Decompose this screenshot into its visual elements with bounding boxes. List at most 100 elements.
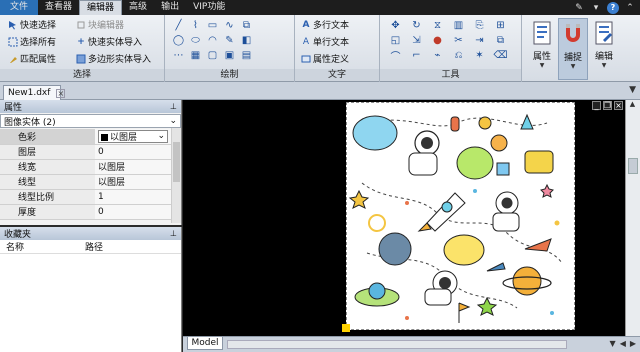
tab-bar-controls: ▼ ◀ ▶ bbox=[610, 339, 636, 348]
property-value[interactable]: 以图层 bbox=[95, 174, 172, 190]
align-tool-icon[interactable]: ▥ bbox=[448, 18, 469, 33]
attdef-button[interactable]: 属性定义 bbox=[301, 52, 349, 65]
mtext-button[interactable]: A 多行文本 bbox=[301, 18, 350, 32]
erase-tool-icon[interactable]: ⌫ bbox=[490, 48, 511, 63]
snap-big-button[interactable]: 捕捉 ▼ bbox=[558, 18, 588, 80]
scroll-thumb[interactable] bbox=[173, 142, 180, 182]
menu-advanced[interactable]: 高级 bbox=[122, 0, 154, 15]
restore-icon[interactable]: ❐ bbox=[603, 101, 612, 110]
ellipse-tool-icon[interactable]: ⬭ bbox=[187, 33, 204, 48]
scroll-up-icon[interactable]: ▲ bbox=[626, 100, 639, 111]
select-all-label: 选择所有 bbox=[20, 38, 57, 48]
rotate-tool-icon[interactable]: ↻ bbox=[406, 18, 427, 33]
properties-scrollbar[interactable] bbox=[171, 128, 181, 223]
favorites-panel: 收藏夹 ⊥ 名称 路径 bbox=[0, 227, 182, 352]
scroll-right-icon[interactable]: ▶ bbox=[630, 339, 636, 348]
polygon-entity-import-button[interactable]: 多边形实体导入 bbox=[76, 52, 151, 65]
property-row[interactable]: 色彩 以图层 ⌄ bbox=[0, 129, 172, 145]
property-row[interactable]: 线宽 以图层 bbox=[0, 159, 172, 175]
menu-vip[interactable]: VIP功能 bbox=[186, 0, 232, 15]
image-entity-paper[interactable] bbox=[346, 102, 575, 330]
extend-tool-icon[interactable]: ⇥ bbox=[469, 33, 490, 48]
pencil-tool-icon[interactable]: ✎ bbox=[221, 33, 238, 48]
property-row[interactable]: 厚度 0 bbox=[0, 204, 172, 220]
column-name[interactable]: 名称 bbox=[0, 240, 85, 253]
shape-tool-icon[interactable]: ◧ bbox=[238, 33, 255, 48]
move-tool-icon[interactable]: ✥ bbox=[385, 18, 406, 33]
offset-tool-icon[interactable]: ⧉ bbox=[490, 33, 511, 48]
close-icon[interactable]: × bbox=[56, 88, 66, 98]
point-tool-icon[interactable]: ⋯ bbox=[170, 48, 187, 63]
entity-select[interactable]: 图像实体 (2) ⌄ bbox=[0, 114, 181, 128]
draw-group: ╱ ⌇ ▭ ∿ ⧉ ◯ ⬭ ◠ ✎ ◧ ⋯ ▦ ▢ ▣ ▤ 绘制 bbox=[165, 15, 295, 82]
property-value[interactable]: 以图层 ⌄ bbox=[95, 129, 172, 145]
line-tool-icon[interactable]: ╱ bbox=[170, 18, 187, 33]
snap-label: 捕捉 bbox=[563, 53, 582, 63]
polyline-tool-icon[interactable]: ⌇ bbox=[187, 18, 204, 33]
quick-select-button[interactable]: 快速选择 bbox=[8, 18, 56, 31]
mtext-icon: A bbox=[302, 19, 310, 30]
pin-icon[interactable]: ⊥ bbox=[170, 102, 177, 111]
property-value[interactable]: 0 bbox=[95, 144, 172, 160]
pin-icon[interactable]: ⊥ bbox=[170, 229, 177, 238]
quick-entity-import-button[interactable]: + 快速实体导入 bbox=[76, 35, 143, 49]
canvas-vertical-scrollbar[interactable]: ▲ bbox=[625, 100, 640, 336]
array-tool-icon[interactable]: ⊞ bbox=[490, 18, 511, 33]
rectangle-tool-icon[interactable]: ▭ bbox=[204, 18, 221, 33]
block-insert-icon[interactable]: ⧉ bbox=[238, 18, 255, 33]
menu-file[interactable]: 文件 bbox=[0, 0, 39, 15]
image-tool-icon[interactable]: ▣ bbox=[221, 48, 238, 63]
minimize-icon[interactable]: _ bbox=[592, 101, 601, 110]
collapse-icon[interactable]: ⌃ bbox=[624, 2, 636, 14]
chamfer-tool-icon[interactable]: ⌐ bbox=[406, 48, 427, 63]
color-dropdown[interactable]: 以图层 ⌄ bbox=[98, 129, 168, 143]
property-value[interactable]: 0 bbox=[95, 204, 172, 220]
arc-tool-icon[interactable]: ◠ bbox=[204, 33, 221, 48]
circle-tool-icon[interactable]: ◯ bbox=[170, 33, 187, 48]
region-tool-icon[interactable]: ▢ bbox=[204, 48, 221, 63]
scroll-thumb[interactable] bbox=[628, 158, 638, 174]
stext-button[interactable]: A 单行文本 bbox=[301, 35, 349, 49]
match-props-button[interactable]: 匹配属性 bbox=[8, 52, 56, 65]
color-tool-icon[interactable]: ● bbox=[427, 33, 448, 48]
block-editor-button[interactable]: 块编辑器 bbox=[76, 18, 124, 31]
drawing-canvas[interactable]: _ ❐ × bbox=[183, 100, 625, 336]
menu-editor[interactable]: 编辑器 bbox=[79, 0, 123, 15]
chevron-down-icon[interactable]: ▼ bbox=[629, 85, 636, 95]
properties-big-button[interactable]: 属性 ▼ bbox=[527, 18, 557, 80]
copy-tool-icon[interactable]: ⎘ bbox=[469, 18, 490, 33]
quick-entity-import-label: 快速实体导入 bbox=[88, 38, 143, 48]
brush-icon[interactable]: ✎ bbox=[573, 2, 585, 14]
select-all-button[interactable]: 选择所有 bbox=[8, 35, 56, 48]
document-tab[interactable]: New1.dxf × bbox=[3, 85, 66, 100]
trim-tool-icon[interactable]: ✂ bbox=[448, 33, 469, 48]
tools-group: ✥ ↻ ⧖ ▥ ⎘ ⊞ ◱ ⇲ ● ✂ ⇥ ⧉ ⌒ ⌐ ⌁ ⎌ ✶ ⌫ 工具 bbox=[380, 15, 522, 82]
column-path[interactable]: 路径 bbox=[85, 240, 103, 253]
spline-tool-icon[interactable]: ∿ bbox=[221, 18, 238, 33]
hatch-tool-icon[interactable]: ▦ bbox=[187, 48, 204, 63]
edit-big-button[interactable]: 编辑 ▼ bbox=[589, 18, 619, 80]
mirror-tool-icon[interactable]: ⧖ bbox=[427, 18, 448, 33]
close-icon[interactable]: × bbox=[614, 101, 623, 110]
scroll-left-icon[interactable]: ◀ bbox=[620, 339, 626, 348]
property-row[interactable]: 线型比例 1 bbox=[0, 189, 172, 205]
chevron-down-icon[interactable]: ▼ bbox=[610, 339, 616, 348]
block-editor-label: 块编辑器 bbox=[88, 21, 125, 31]
help-icon[interactable]: ? bbox=[607, 1, 619, 14]
break-tool-icon[interactable]: ⌁ bbox=[427, 48, 448, 63]
property-row[interactable]: 线型 以图层 bbox=[0, 174, 172, 190]
join-tool-icon[interactable]: ⎌ bbox=[448, 48, 469, 63]
stretch-tool-icon[interactable]: ⇲ bbox=[406, 33, 427, 48]
menu-viewer[interactable]: 查看器 bbox=[38, 0, 79, 15]
property-row[interactable]: 图层 0 bbox=[0, 144, 172, 160]
property-value[interactable]: 以图层 bbox=[95, 159, 172, 175]
fillet-tool-icon[interactable]: ⌒ bbox=[385, 48, 406, 63]
menu-output[interactable]: 输出 bbox=[154, 0, 186, 15]
explode-tool-icon[interactable]: ✶ bbox=[469, 48, 490, 63]
dropdown-icon[interactable]: ▾ bbox=[590, 2, 602, 14]
table-tool-icon[interactable]: ▤ bbox=[238, 48, 255, 63]
scale-tool-icon[interactable]: ◱ bbox=[385, 33, 406, 48]
model-tab[interactable]: Model bbox=[187, 337, 223, 350]
canvas-horizontal-scrollbar[interactable] bbox=[227, 340, 567, 349]
property-value[interactable]: 1 bbox=[95, 189, 172, 205]
